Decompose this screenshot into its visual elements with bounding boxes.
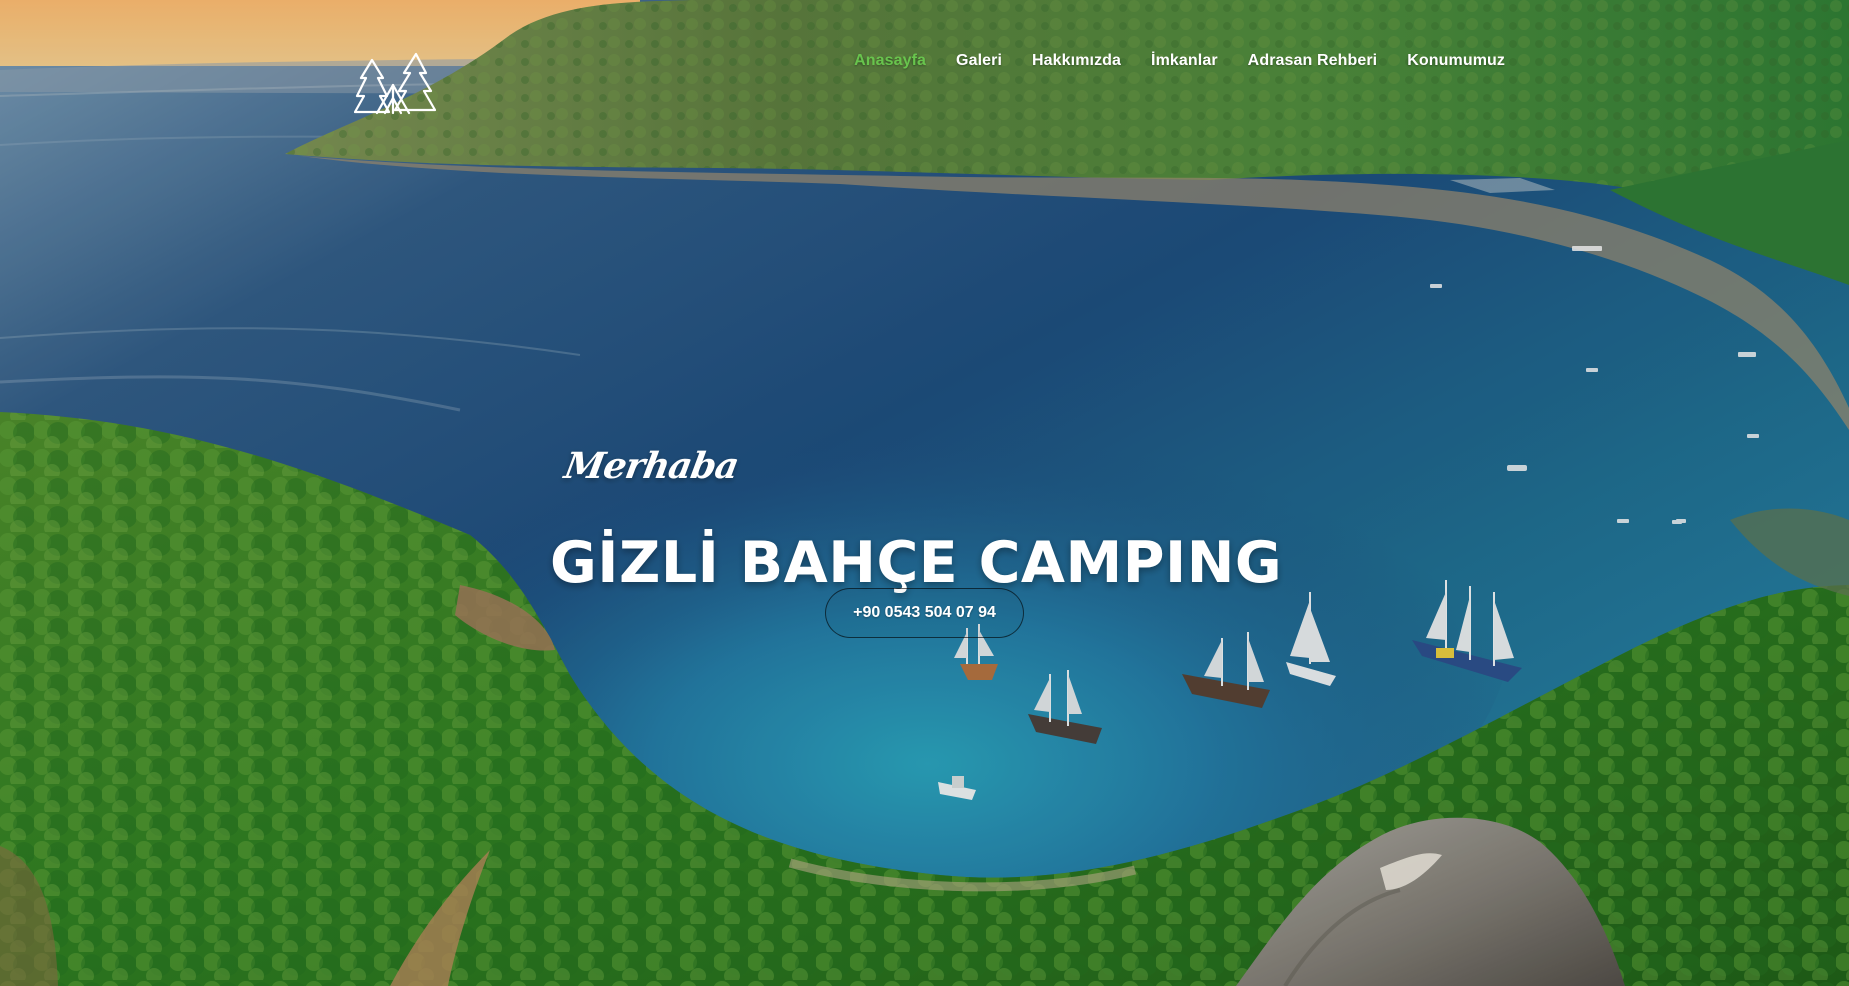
nav-item-adrasan-rehberi[interactable]: Adrasan Rehberi bbox=[1248, 52, 1378, 70]
landscape-background-image bbox=[0, 0, 1849, 986]
main-navigation: Anasayfa Galeri Hakkımızda İmkanlar Adra… bbox=[854, 52, 1505, 70]
nav-item-imkanlar[interactable]: İmkanlar bbox=[1151, 52, 1218, 70]
phone-call-button[interactable]: +90 0543 504 07 94 bbox=[825, 588, 1024, 638]
tree-tent-logo-icon[interactable] bbox=[354, 52, 436, 118]
nav-item-galeri[interactable]: Galeri bbox=[956, 52, 1002, 70]
nav-item-konumumuz[interactable]: Konumumuz bbox=[1407, 52, 1505, 70]
site-title: GİZLİ BAHÇE CAMPING bbox=[550, 530, 1283, 597]
nav-item-hakkimizda[interactable]: Hakkımızda bbox=[1032, 52, 1121, 70]
hero-greeting: Merhaba bbox=[561, 445, 742, 487]
nav-item-anasayfa[interactable]: Anasayfa bbox=[854, 52, 926, 70]
hero-section: Anasayfa Galeri Hakkımızda İmkanlar Adra… bbox=[0, 0, 1849, 986]
